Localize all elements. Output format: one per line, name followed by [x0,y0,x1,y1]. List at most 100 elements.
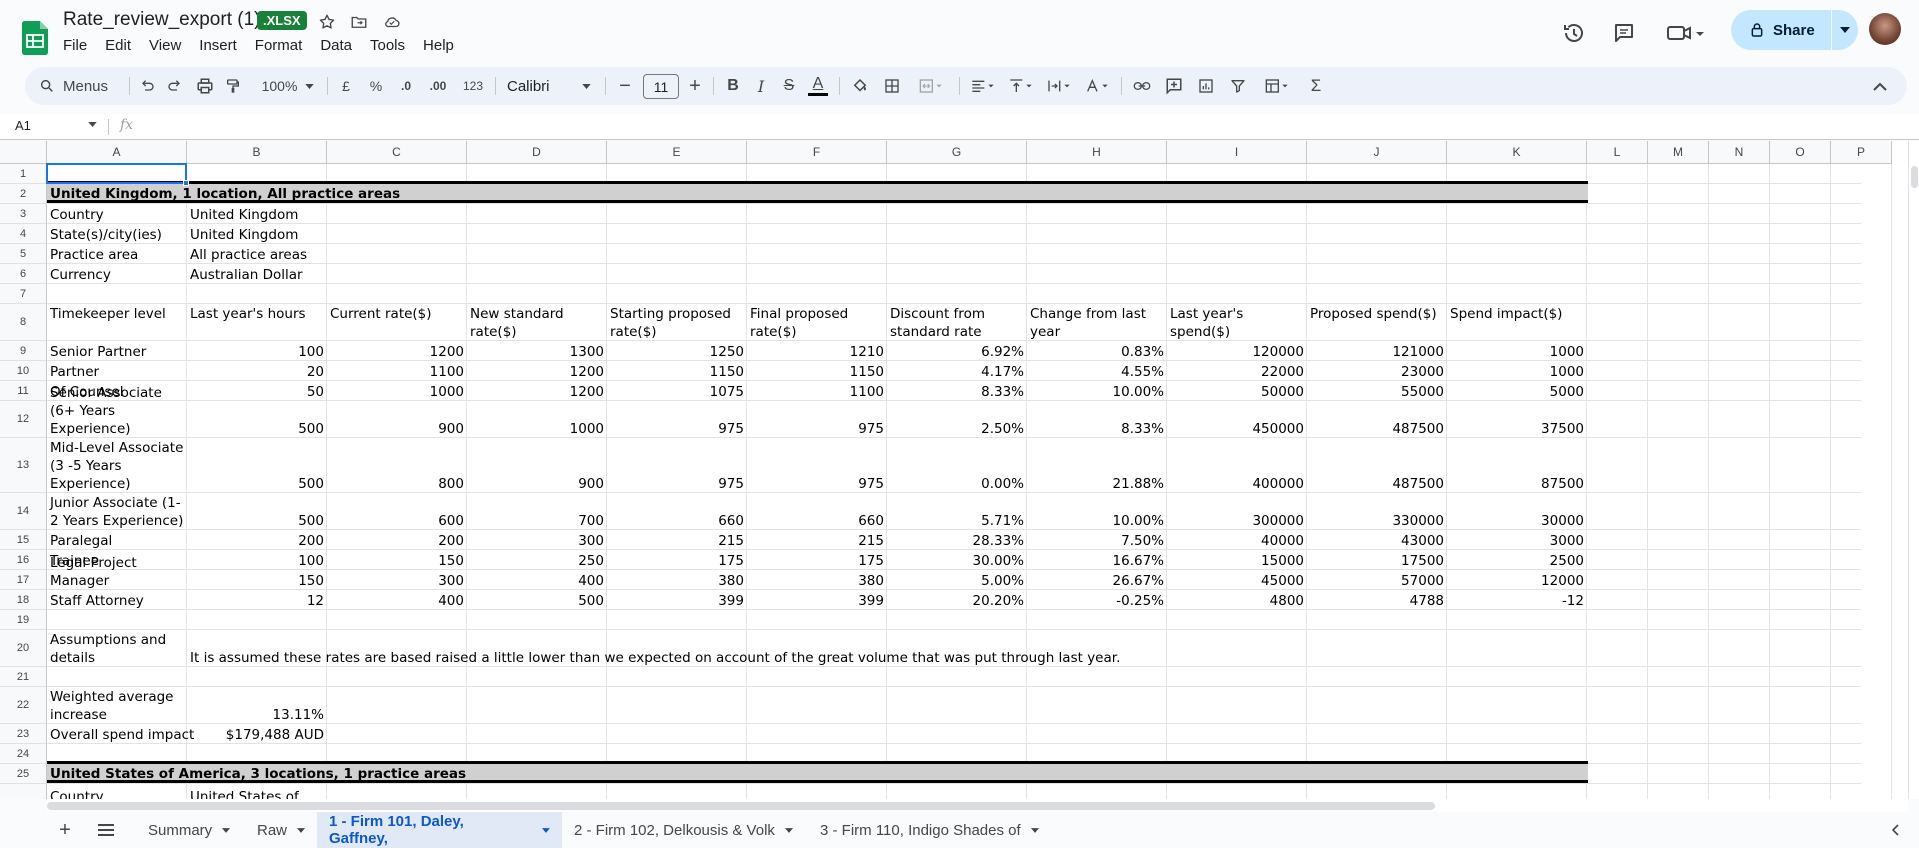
add-sheet-icon[interactable]: + [48,812,82,848]
vertical-scrollbar[interactable] [1908,141,1919,799]
table-cell[interactable]: 1000 [467,401,607,438]
menus-search[interactable]: Menus [33,67,123,105]
table-cell[interactable]: 17500 [1307,550,1447,570]
decrease-font-size-icon[interactable]: − [613,67,637,105]
table-cell[interactable]: 975 [747,438,887,493]
table-cell[interactable]: 400000 [1167,438,1307,493]
section-title-uk[interactable]: United Kingdom, 1 location, All practice… [50,186,400,202]
table-cell[interactable]: 8.33% [1027,401,1167,438]
horizontal-scrollbar[interactable] [47,799,1908,812]
timekeeper-level[interactable]: Staff Attorney [47,590,187,610]
column-header[interactable]: H [1027,141,1167,164]
info-value[interactable]: Australian Dollar [187,264,327,284]
column-header[interactable]: A [47,141,187,164]
table-cell[interactable]: 700 [467,493,607,530]
row-header[interactable]: 5 [0,244,47,264]
table-cell[interactable]: 600 [327,493,467,530]
table-cell[interactable]: 20 [187,361,327,381]
bold-icon[interactable]: B [719,67,747,105]
overall-spend-value[interactable]: $179,488 AUD [187,724,327,744]
table-cell[interactable]: 660 [747,493,887,530]
menu-tools[interactable]: Tools [361,35,414,56]
table-cell[interactable]: 43000 [1307,530,1447,550]
table-cell[interactable]: 10.00% [1027,493,1167,530]
timekeeper-level[interactable]: Mid-Level Associate (3 -5 Years Experien… [47,438,187,493]
column-header[interactable]: E [607,141,747,164]
timekeeper-level[interactable]: Paralegal [47,530,187,550]
overall-spend-label[interactable]: Overall spend impact [47,724,194,744]
star-icon[interactable] [316,11,338,33]
column-title[interactable]: Current rate($) [327,305,467,342]
number-format-button[interactable]: 123 [457,67,489,105]
info-label[interactable]: Country [47,788,187,799]
row-header[interactable]: 19 [0,610,47,630]
table-cell[interactable]: 1000 [1447,341,1587,361]
table-cell[interactable]: 30.00% [887,550,1027,570]
table-cell[interactable]: 500 [187,401,327,438]
table-cell[interactable]: 300 [467,530,607,550]
row-header[interactable]: 10 [0,361,47,381]
table-cell[interactable]: 975 [747,401,887,438]
table-cell[interactable]: 12 [187,590,327,610]
text-rotation-icon[interactable] [1079,67,1115,105]
table-cell[interactable]: 55000 [1307,381,1447,401]
table-cell[interactable]: 487500 [1307,401,1447,438]
table-cell[interactable]: 400 [467,570,607,590]
vertical-align-icon[interactable] [1003,67,1039,105]
table-cell[interactable]: 20.20% [887,590,1027,610]
spreadsheet-grid[interactable]: A B C D E F G H I J K L M N O P 1 2 3 4 5 6 7 8 9 10 11 12 13 14 15 16 1… [0,141,1908,799]
table-cell[interactable]: 26.67% [1027,570,1167,590]
column-header[interactable]: D [467,141,607,164]
table-cell[interactable]: 250 [467,550,607,570]
table-cell[interactable]: 2.50% [887,401,1027,438]
section-title-usa[interactable]: United States of America, 3 locations, 1… [50,766,466,782]
row-header[interactable]: 11 [0,381,47,401]
select-all-corner[interactable] [0,141,47,164]
row-header[interactable]: 8 [0,304,47,341]
table-cell[interactable]: 400 [327,590,467,610]
info-value[interactable]: United Kingdom [187,204,327,224]
table-cell[interactable]: 300000 [1167,493,1307,530]
column-header[interactable]: C [327,141,467,164]
column-header[interactable]: J [1307,141,1447,164]
table-cell[interactable]: 2500 [1447,550,1587,570]
row-header[interactable]: 18 [0,590,47,610]
column-title[interactable]: Spend impact($) [1447,305,1587,342]
row-header[interactable]: 3 [0,204,47,224]
table-cell[interactable]: 5.71% [887,493,1027,530]
table-cell[interactable]: 900 [327,401,467,438]
table-cell[interactable]: 1075 [607,381,747,401]
weighted-average-value[interactable]: 13.11% [187,687,327,724]
row-header[interactable]: 7 [0,284,47,304]
row-header[interactable] [0,784,47,799]
column-header[interactable]: K [1447,141,1587,164]
share-dropdown-icon[interactable] [1832,27,1858,33]
info-label[interactable]: Practice area [47,244,187,264]
table-cell[interactable]: 5000 [1447,381,1587,401]
column-title[interactable]: Proposed spend($) [1307,305,1447,342]
table-cell[interactable]: 1250 [607,341,747,361]
info-label[interactable]: Country [47,204,187,224]
table-cell[interactable]: 380 [747,570,887,590]
table-cell[interactable]: 100 [187,341,327,361]
table-cell[interactable]: 3000 [1447,530,1587,550]
row-header[interactable]: 22 [0,687,47,724]
table-cell[interactable]: 87500 [1447,438,1587,493]
table-cell[interactable]: 399 [607,590,747,610]
column-title[interactable]: Final proposed rate($) [747,305,887,342]
row-header[interactable]: 2 [0,184,47,204]
text-wrapping-icon[interactable] [1041,67,1077,105]
table-cell[interactable]: 175 [747,550,887,570]
info-value[interactable]: All practice areas [187,244,327,264]
table-cell[interactable]: 330000 [1307,493,1447,530]
column-header[interactable]: N [1709,141,1770,164]
timekeeper-level[interactable]: Junior Associate (1-2 Years Experience) [47,493,187,530]
table-cell[interactable]: 1000 [327,381,467,401]
table-cell[interactable]: 500 [467,590,607,610]
print-icon[interactable] [191,67,219,105]
menu-insert[interactable]: Insert [190,35,246,56]
table-cell[interactable]: 487500 [1307,438,1447,493]
table-cell[interactable]: 45000 [1167,570,1307,590]
table-cell[interactable]: 150 [327,550,467,570]
table-cell[interactable]: 5.00% [887,570,1027,590]
